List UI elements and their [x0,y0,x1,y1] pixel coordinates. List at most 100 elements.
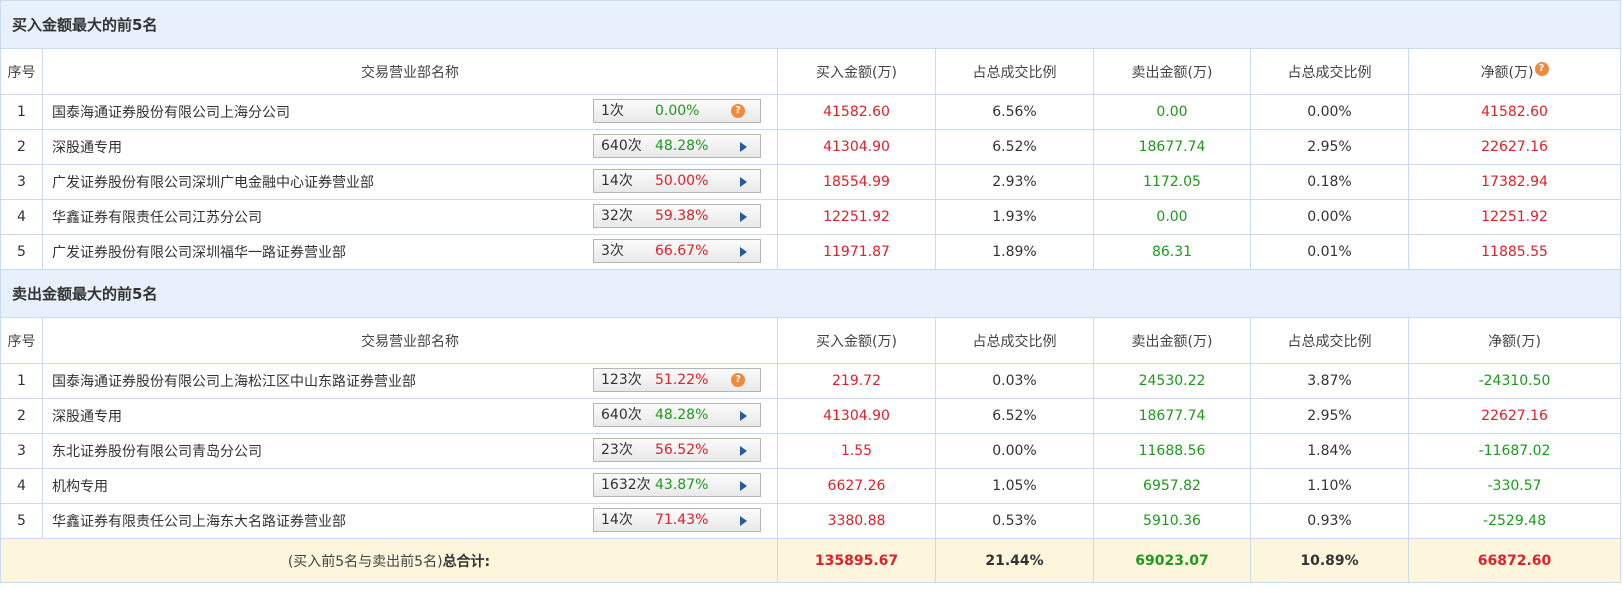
history-stats-button[interactable]: 640次 48.28% [593,134,761,158]
sell-ratio: 0.93% [1250,503,1409,539]
net-amount: -2529.48 [1407,503,1622,539]
arrow-right-icon[interactable] [740,247,747,257]
trade-count: 32次 [601,208,633,224]
total-row: (买入前5名与卖出前5名)总合计: 135895.67 21.44% 69023… [0,538,1622,583]
broker-name[interactable]: 深股通专用 [52,406,122,426]
sell-ratio: 2.95% [1250,129,1409,165]
row-seq: 1 [0,94,43,130]
buy-ratio: 1.89% [935,234,1094,270]
buy-ratio: 6.56% [935,94,1094,130]
table-row: 4 机构专用 1632次 43.87% 6627.26 1.05% 6957.82 1.10%… [0,468,1622,504]
net-amount: -24310.50 [1407,363,1622,399]
col-header-sell: 卖出金额(万) [1093,48,1251,95]
trade-count: 640次 [601,138,642,154]
buy-amount: 3380.88 [777,503,936,539]
buy-ratio: 0.00% [935,433,1094,469]
broker-name[interactable]: 东北证券股份有限公司青岛分公司 [52,441,262,461]
broker-name[interactable]: 深股通专用 [52,137,122,157]
trade-count: 1632次 [601,477,651,493]
broker-name[interactable]: 国泰海通证券股份有限公司上海松江区中山东路证券营业部 [52,371,416,391]
buy-ratio: 0.03% [935,363,1094,399]
col-header-sell-ratio: 占总成交比例 [1250,317,1409,364]
sell-amount: 86.31 [1093,234,1251,270]
total-buy: 135895.67 [777,538,936,583]
sell-amount: 18677.74 [1093,129,1251,165]
arrow-right-icon[interactable] [740,142,747,152]
net-amount: 22627.16 [1407,129,1622,165]
history-stats-button[interactable]: 14次 50.00% [593,169,761,193]
history-stats-button[interactable]: 123次 51.22%? [593,368,761,392]
total-buy-ratio: 21.44% [935,538,1094,583]
dragon-tiger-table: 买入金额最大的前5名 序号 交易营业部名称 买入金额(万) 占总成交比例 卖出金… [0,0,1622,583]
broker-cell: 深股通专用 640次 48.28% [42,398,778,434]
broker-cell: 深股通专用 640次 48.28% [42,129,778,165]
sell-amount: 11688.56 [1093,433,1251,469]
broker-name[interactable]: 国泰海通证券股份有限公司上海分公司 [52,102,290,122]
broker-cell: 华鑫证券有限责任公司上海东大名路证券营业部 14次 71.43% [42,503,778,539]
broker-name[interactable]: 广发证券股份有限公司深圳广电金融中心证券营业部 [52,172,374,192]
table-row: 3 广发证券股份有限公司深圳广电金融中心证券营业部 14次 50.00% 18554.9… [0,164,1622,200]
win-rate: 51.22% [655,372,709,388]
table-row: 2 深股通专用 640次 48.28% 41304.90 6.52% 18677.74 2.9… [0,129,1622,165]
broker-cell: 国泰海通证券股份有限公司上海分公司 1次 0.00%? [42,94,778,130]
arrow-right-icon[interactable] [740,516,747,526]
net-amount: 12251.92 [1407,199,1622,235]
history-stats-button[interactable]: 32次 59.38% [593,204,761,228]
col-header-seq: 序号 [0,317,43,364]
help-icon[interactable]: ? [731,373,745,387]
history-stats-button[interactable]: 23次 56.52% [593,438,761,462]
win-rate: 66.67% [655,243,709,259]
table-row: 3 东北证券股份有限公司青岛分公司 23次 56.52% 1.55 0.00% 11688.… [0,433,1622,469]
sell-amount: 0.00 [1093,199,1251,235]
broker-name[interactable]: 广发证券股份有限公司深圳福华一路证券营业部 [52,242,346,262]
total-net: 66872.60 [1407,538,1622,583]
win-rate: 48.28% [655,407,709,423]
help-icon[interactable]: ? [731,104,745,118]
arrow-right-icon[interactable] [740,177,747,187]
col-header-buy-ratio: 占总成交比例 [935,48,1094,95]
buy-ratio: 6.52% [935,398,1094,434]
sell-ratio: 3.87% [1250,363,1409,399]
buy-ratio: 1.05% [935,468,1094,504]
net-amount: -11687.02 [1407,433,1622,469]
win-rate: 50.00% [655,173,709,189]
arrow-right-icon[interactable] [740,481,747,491]
col-header-buy: 买入金额(万) [777,317,936,364]
broker-cell: 机构专用 1632次 43.87% [42,468,778,504]
history-stats-button[interactable]: 14次 71.43% [593,508,761,532]
win-rate: 71.43% [655,512,709,528]
history-stats-button[interactable]: 1次 0.00%? [593,99,761,123]
total-sell: 69023.07 [1093,538,1251,583]
row-seq: 3 [0,433,43,469]
broker-name[interactable]: 机构专用 [52,476,108,496]
buy-amount: 41304.90 [777,129,936,165]
arrow-right-icon[interactable] [740,212,747,222]
history-stats-button[interactable]: 640次 48.28% [593,403,761,427]
buy-amount: 41304.90 [777,398,936,434]
table-row: 4 华鑫证券有限责任公司江苏分公司 32次 59.38% 12251.92 1.93% 0.… [0,199,1622,235]
win-rate: 59.38% [655,208,709,224]
trade-count: 123次 [601,372,642,388]
help-icon[interactable]: ? [1534,61,1549,76]
table-row: 1 国泰海通证券股份有限公司上海分公司 1次 0.00%? 41582.60 6.56% 0… [0,94,1622,130]
buy-ratio: 6.52% [935,129,1094,165]
table-row: 5 广发证券股份有限公司深圳福华一路证券营业部 3次 66.67% 11971.87 1.… [0,234,1622,270]
arrow-right-icon[interactable] [740,446,747,456]
history-stats-button[interactable]: 1632次 43.87% [593,473,761,497]
sell-ratio: 1.10% [1250,468,1409,504]
row-seq: 2 [0,398,43,434]
table-row: 5 华鑫证券有限责任公司上海东大名路证券营业部 14次 71.43% 3380.88 0.… [0,503,1622,539]
trade-count: 14次 [601,512,633,528]
net-amount: 22627.16 [1407,398,1622,434]
broker-name[interactable]: 华鑫证券有限责任公司上海东大名路证券营业部 [52,511,346,531]
buy-ratio: 1.93% [935,199,1094,235]
col-header-seq: 序号 [0,48,43,95]
win-rate: 48.28% [655,138,709,154]
broker-cell: 华鑫证券有限责任公司江苏分公司 32次 59.38% [42,199,778,235]
history-stats-button[interactable]: 3次 66.67% [593,239,761,263]
net-amount: 41582.60 [1407,94,1622,130]
broker-name[interactable]: 华鑫证券有限责任公司江苏分公司 [52,207,262,227]
sell-amount: 1172.05 [1093,164,1251,200]
arrow-right-icon[interactable] [740,411,747,421]
row-seq: 5 [0,503,43,539]
